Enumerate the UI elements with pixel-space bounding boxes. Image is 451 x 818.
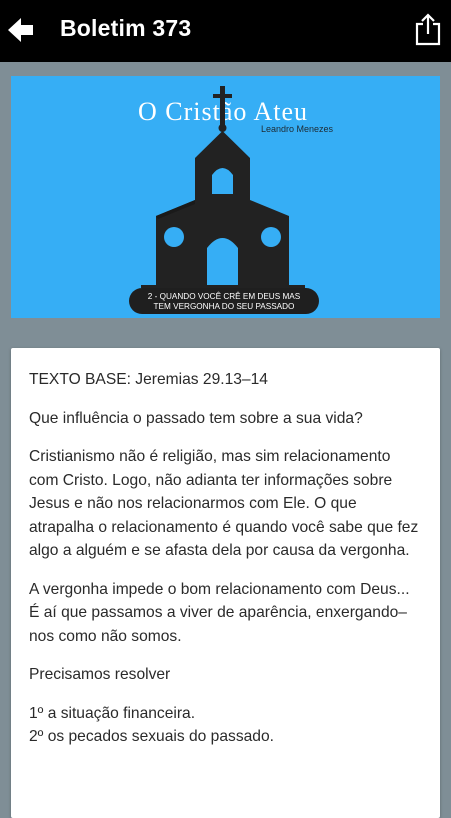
app-bar: Boletim 373 [0,0,451,62]
question-paragraph: Que influência o passado tem sobre a sua… [29,409,363,427]
bulletin-content-card: TEXTO BASE: Jeremias 29.13–14 Que influê… [11,348,440,818]
page-title: Boletim 373 [60,15,192,41]
resolver-paragraph: Precisamos resolver [29,666,171,683]
paragraph-2: A vergonha impede o bom relacionamento c… [29,580,410,645]
base-text-label: TEXTO BASE: [29,371,131,388]
paragraph-1: Cristianismo não é religião, mas sim rel… [29,448,419,559]
banner-caption-line1: 2 - QUANDO VOCÊ CRÊ EM DEUS MAS [148,291,301,301]
base-text-reference: Jeremias 29.13–14 [130,371,268,388]
banner-caption-line2: TEM VERGONHA DO SEU PASSADO [154,302,295,311]
share-icon[interactable] [414,12,442,46]
banner-author: Leandro Menezes [261,124,334,134]
base-text-line: TEXTO BASE: Jeremias 29.13–14 [29,368,424,392]
resolver-list: 1º a situação financeira. 2º os pecados … [29,702,424,749]
list-item: 2º os pecados sexuais do passado. [29,728,274,745]
list-item: 1º a situação financeira. [29,704,196,722]
bulletin-banner: O Cristão Ateu Leandro Menezes 2 - QUAND… [11,76,440,318]
arrow-left-icon[interactable] [8,16,34,44]
